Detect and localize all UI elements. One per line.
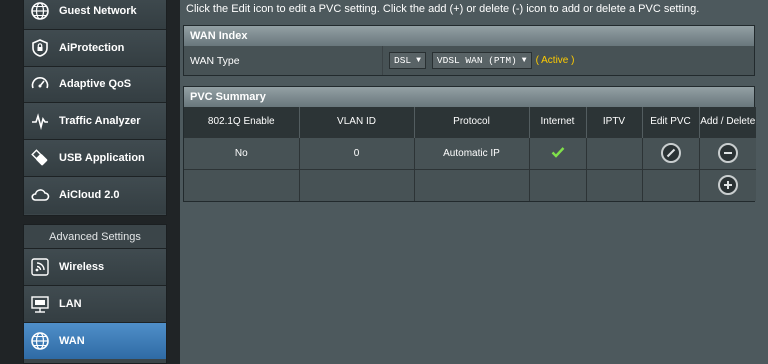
- add-pvc-button[interactable]: [717, 175, 738, 196]
- chevron-down-icon: ▼: [416, 56, 421, 65]
- main-content: Click the Edit icon to edit a PVC settin…: [180, 0, 768, 364]
- table-row: [184, 168, 756, 201]
- cell-add: [699, 168, 756, 201]
- sidebar-item-adaptive-qos[interactable]: Adaptive QoS: [24, 66, 166, 104]
- col-header-internet: Internet: [529, 107, 587, 137]
- cell-empty: [414, 168, 530, 201]
- sidebar-item-aiprotection[interactable]: AiProtection: [24, 29, 166, 67]
- pvc-summary-panel: PVC Summary 802.1Q Enable VLAN ID Protoc…: [183, 86, 756, 202]
- cell-empty: [299, 168, 415, 201]
- check-icon: [551, 146, 565, 161]
- table-row: No 0 Automatic IP: [184, 136, 756, 169]
- col-header-add-delete: Add / Delete: [699, 107, 756, 137]
- wan-type-label: WAN Type: [184, 46, 383, 75]
- sidebar-item-label: Adaptive QoS: [59, 78, 132, 91]
- wan-type-row: WAN Type DSL ▼ VDSL WAN (PTM) ▼ ( Active…: [184, 46, 754, 75]
- sidebar-item-traffic-analyzer[interactable]: Traffic Analyzer: [24, 103, 166, 141]
- sidebar-item-label: Guest Network: [59, 4, 137, 17]
- sidebar-item-wan[interactable]: WAN: [24, 322, 166, 360]
- cloud-icon: [29, 184, 51, 206]
- wan-index-panel: WAN Index WAN Type DSL ▼ VDSL WAN (PTM) …: [183, 25, 755, 76]
- sidebar-item-label: AiProtection: [59, 41, 125, 54]
- pencil-icon: [666, 148, 675, 158]
- sidebar-item-lan[interactable]: LAN: [24, 285, 166, 323]
- col-header-protocol: Protocol: [414, 107, 530, 137]
- wan-index-header: WAN Index: [184, 26, 754, 46]
- sidebar-item-label: Wireless: [59, 260, 105, 273]
- wan-type-value: DSL ▼ VDSL WAN (PTM) ▼ ( Active ): [383, 46, 754, 75]
- dsl-mode-select[interactable]: VDSL WAN (PTM) ▼: [431, 52, 532, 69]
- advanced-settings-menu: Advanced Settings Wireless LAN WAN: [23, 224, 167, 364]
- delete-pvc-button[interactable]: [717, 143, 738, 163]
- cell-iptv: [586, 136, 643, 169]
- sidebar-item-label: AiCloud 2.0: [59, 189, 120, 202]
- status-badge: ( Active ): [535, 55, 575, 66]
- cell-internet: [529, 136, 587, 169]
- dsl-mode-select-value: VDSL WAN (PTM): [436, 55, 517, 66]
- chevron-down-icon: ▼: [521, 56, 527, 65]
- cell-enable: No: [184, 136, 300, 169]
- sidebar-item-label: LAN: [59, 297, 82, 310]
- sidebar-item-wireless[interactable]: Wireless: [24, 249, 166, 286]
- pvc-summary-header: PVC Summary: [184, 87, 754, 107]
- main-menu: Guest Network AiProtection Adaptive QoS …: [23, 0, 167, 216]
- sidebar: Guest Network AiProtection Adaptive QoS …: [0, 0, 180, 364]
- cell-vlan-id: 0: [299, 136, 415, 169]
- sidebar-item-label: WAN: [59, 334, 85, 347]
- sidebar-item-aicloud[interactable]: AiCloud 2.0: [24, 176, 166, 214]
- plus-icon: [723, 181, 732, 190]
- sidebar-item-usb-application[interactable]: USB Application: [24, 140, 166, 177]
- cell-protocol: Automatic IP: [414, 136, 530, 169]
- col-header-edit-pvc: Edit PVC: [642, 107, 700, 137]
- globe-icon: [29, 330, 51, 352]
- cell-empty: [184, 168, 300, 201]
- cell-empty: [642, 168, 700, 201]
- sidebar-item-label: Traffic Analyzer: [59, 115, 141, 128]
- cell-delete: [699, 136, 756, 169]
- lan-icon: [29, 293, 51, 315]
- wan-type-select-value: DSL: [394, 55, 412, 66]
- minus-icon: [723, 152, 732, 154]
- wan-type-select[interactable]: DSL ▼: [389, 52, 426, 69]
- pulse-icon: [29, 110, 51, 132]
- col-header-iptv: IPTV: [586, 107, 643, 137]
- pvc-table: 802.1Q Enable VLAN ID Protocol Internet …: [184, 107, 756, 201]
- col-header-8021q: 802.1Q Enable: [184, 107, 300, 137]
- shield-lock-icon: [29, 37, 51, 59]
- cell-empty: [529, 168, 587, 201]
- globe-icon: [29, 0, 51, 22]
- col-header-vlan-id: VLAN ID: [299, 107, 415, 137]
- cell-edit: [642, 136, 700, 169]
- sidebar-item-guest-network[interactable]: Guest Network: [24, 0, 166, 30]
- table-header-row: 802.1Q Enable VLAN ID Protocol Internet …: [184, 107, 756, 137]
- wireless-icon: [29, 256, 51, 278]
- gauge-icon: [29, 73, 51, 95]
- advanced-settings-header: Advanced Settings: [24, 225, 166, 249]
- instruction-text: Click the Edit icon to edit a PVC settin…: [186, 3, 700, 15]
- cell-empty: [586, 168, 643, 201]
- sidebar-item-label: USB Application: [59, 152, 145, 165]
- usb-icon: [29, 147, 51, 169]
- edit-pvc-button[interactable]: [660, 143, 681, 163]
